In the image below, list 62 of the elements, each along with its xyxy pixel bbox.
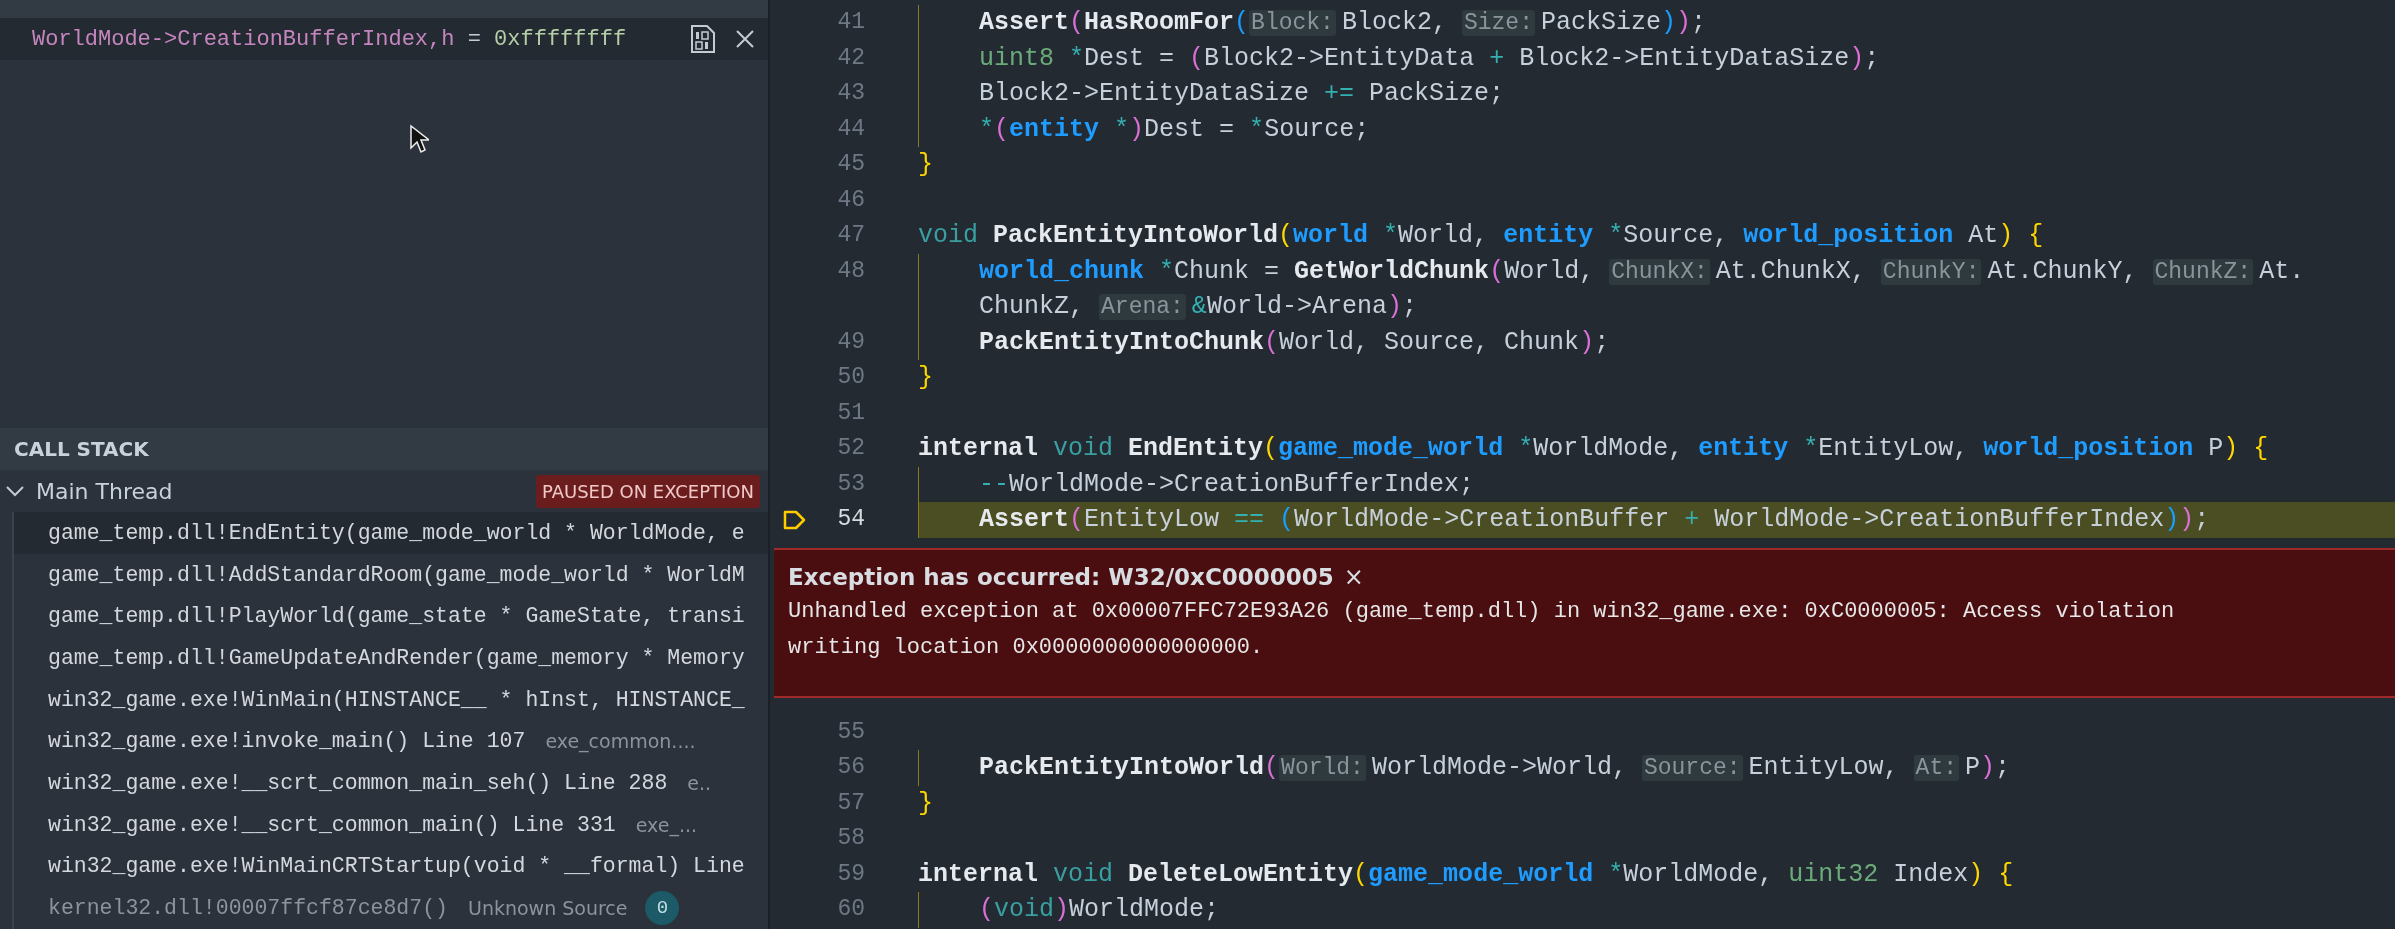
code-line: PackEntityIntoChunk(World, Source, Chunk); [918,324,2395,360]
line-number: 47 [836,221,865,250]
stack-frame[interactable]: game_temp.dll!PlayWorld(game_state * GameState, transi [48,600,745,633]
code-line: world_chunk *Chunk = GetWorldChunk(World, ChunkX: At.ChunkX, ChunkY: At.ChunkY, ChunkZ: At. [918,253,2395,289]
line-number: 52 [836,434,865,463]
line-number: 48 [836,256,865,286]
binary-icon[interactable] [690,24,716,54]
line-number: 50 [836,363,865,392]
exception-marker-icon [782,508,808,531]
code-line: } [918,362,934,394]
section-header[interactable]: CALL STACK [14,434,149,465]
line-number: 42 [836,43,865,73]
code-line: internal void EndEntity(game_mode_world *WorldMode, entity *EntityLow, world_position P) { [918,433,2270,465]
line-number: 49 [836,327,865,357]
line-number: 55 [836,717,865,747]
stack-frame[interactable]: game_temp.dll!GameUpdateAndRender(game_memory * Memory [48,641,745,675]
source-file: exe_... [635,812,698,839]
close-icon[interactable] [734,28,756,50]
code-line: } [918,787,934,820]
line-number: 54 [836,505,865,534]
exception-title: Exception has occurred: W32/0xC0000005 [788,562,1334,592]
status-badge: PAUSED ON EXCEPTION [535,474,760,508]
line-number: 45 [836,150,865,179]
line-number: 58 [836,824,865,853]
source-file: e.. [687,770,712,796]
close-button[interactable]: × [1343,564,1364,589]
code-line: ChunkZ, Arena: &World->Arena); [918,289,2395,325]
code-line: internal void DeleteLowEntity(game_mode_world *WorldMode, uint32 Index) { [918,858,2015,891]
exception-message: writing location 0x0000000000000000. [788,634,1265,662]
stack-frame[interactable]: win32_game.exe!invoke_main() Line 107 [48,725,526,758]
stack-frame[interactable]: game_temp.dll!AddStandardRoom(game_mode_world * WorldM [48,558,745,591]
line-number: 57 [836,788,865,818]
line-number: 51 [836,398,865,428]
code-line: } [918,149,934,181]
mouse-pointer-icon [409,124,429,154]
source-file: Unknown Source [467,895,628,921]
code-line: void PackEntityIntoWorld(world *World, entity *Source, world_position At) { [918,220,2045,252]
line-number: 41 [836,8,865,37]
code-line: PackEntityIntoWorld(World: WorldMode->World, Source: EntityLow, At: P); [918,750,2395,786]
line-number: 53 [836,469,865,499]
line-number: 60 [836,895,865,924]
thread-name[interactable]: Main Thread [36,474,536,508]
stack-frame[interactable]: win32_game.exe!__scrt_common_main_seh() Line 288 [48,766,668,800]
line-number: 56 [836,753,865,782]
code-line: uint8 *Dest = (Block2->EntityData + Block2->EntityDataSize); [918,40,2395,76]
code-line: *(entity *)Dest = *Source; [918,111,2395,147]
line-number: 46 [836,185,865,215]
line-number: 59 [836,859,865,889]
code-line: Block2->EntityDataSize += PackSize; [918,76,2395,112]
stack-frame[interactable]: win32_game.exe!WinMainCRTStartup(void * __formal) Line [48,850,745,883]
stack-frame[interactable]: win32_game.exe!__scrt_common_main() Line 331 [48,808,616,841]
stack-frame[interactable]: kernel32.dll!00007ffcf87ce8d7() [48,892,448,925]
stack-frame[interactable]: win32_game.exe!WinMain(HINSTANCE__ * hInst, HINSTANCE_ [48,683,745,716]
line-number: 44 [836,114,865,144]
stack-frame-row[interactable]: game_temp.dll!EndEntity(game_mode_world * WorldMode, e [12,512,768,554]
code-line: Assert(HasRoomFor(Block: Block2, Size: PackSize)); [918,5,2395,41]
stack-frame[interactable]: game_temp.dll!EndEntity(game_mode_world * WorldMode, e [48,516,745,550]
line-number: 43 [836,79,865,108]
count-badge: 0 [645,891,680,926]
source-file: exe_common.... [545,729,696,755]
code-line: (void)WorldMode; [918,892,2395,928]
exception-message: Unhandled exception at 0x00007FFC72E93A26 (game_temp.dll) in win32_game.exe: 0xC0000005: Access violation [788,598,2176,626]
